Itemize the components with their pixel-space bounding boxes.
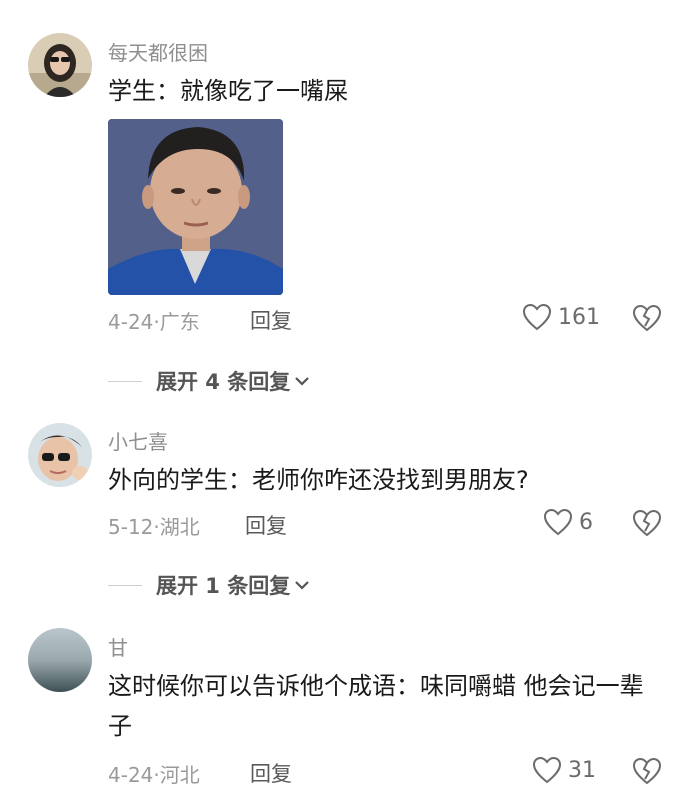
comment-3: 甘 这时候你可以告诉他个成语：味同嚼蜡 他会记一辈子 4-24·河北 回复 31	[0, 0, 690, 804]
avatar[interactable]	[28, 628, 92, 692]
comment-date: 4-24·	[108, 763, 160, 787]
comment-meta: 4-24·河北	[108, 759, 200, 788]
broken-heart-icon[interactable]	[632, 757, 662, 785]
comment-text: 这时候你可以告诉他个成语：味同嚼蜡 他会记一辈子	[108, 672, 644, 740]
like-count: 31	[568, 757, 596, 783]
username[interactable]: 甘	[108, 632, 128, 661]
like-button[interactable]: 31	[532, 756, 596, 784]
heart-outline-icon	[532, 756, 562, 784]
reply-button[interactable]: 回复	[250, 758, 292, 788]
comment-location: 河北	[159, 763, 200, 787]
